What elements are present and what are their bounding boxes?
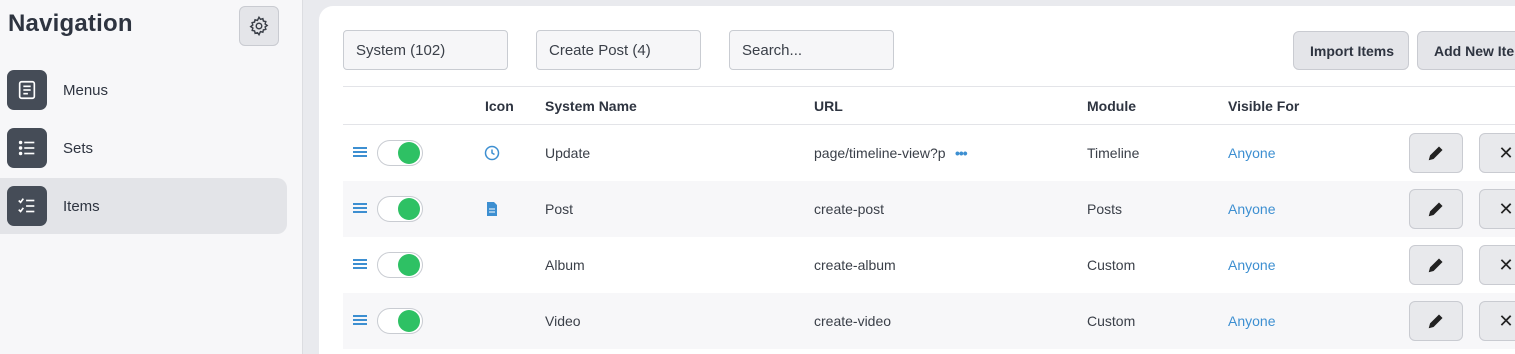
sidebar-item-sets[interactable]: Sets bbox=[0, 120, 287, 176]
table-row: Post create-post Posts Anyone ✕ bbox=[343, 181, 1515, 237]
header-url: URL bbox=[814, 98, 843, 114]
pencil-icon bbox=[1428, 202, 1443, 217]
system-name: Update bbox=[545, 145, 591, 161]
enable-toggle[interactable] bbox=[377, 308, 423, 334]
edit-button[interactable] bbox=[1409, 189, 1463, 229]
sidebar: Navigation Menus Sets Items bbox=[0, 0, 303, 354]
add-new-item-button[interactable]: Add New Item bbox=[1417, 31, 1515, 70]
module-value: Posts bbox=[1087, 201, 1123, 217]
visible-for-link[interactable]: Anyone bbox=[1228, 313, 1275, 329]
filter-system-label: System (102) bbox=[356, 41, 446, 59]
clock-icon bbox=[484, 145, 500, 161]
main-panel: System (102) Create Post (4) Import Item… bbox=[319, 6, 1515, 354]
sidebar-item-label: Items bbox=[63, 197, 100, 215]
drag-handle-icon[interactable] bbox=[353, 203, 367, 215]
sidebar-title: Navigation bbox=[8, 10, 133, 37]
search-box bbox=[729, 30, 894, 70]
delete-button[interactable]: ✕ bbox=[1479, 245, 1515, 285]
import-items-label: Import Items bbox=[1310, 42, 1395, 59]
filter-create-post[interactable]: Create Post (4) bbox=[536, 30, 701, 70]
visible-for-link[interactable]: Anyone bbox=[1228, 145, 1275, 161]
sidebar-item-menus[interactable]: Menus bbox=[0, 62, 287, 118]
module-value: Custom bbox=[1087, 257, 1136, 273]
table-row: Album create-album Custom Anyone ✕ bbox=[343, 237, 1515, 293]
system-name: Post bbox=[545, 201, 574, 217]
edit-button[interactable] bbox=[1409, 245, 1463, 285]
gear-icon bbox=[249, 15, 269, 37]
sidebar-item-label: Sets bbox=[63, 139, 94, 157]
drag-handle-icon[interactable] bbox=[353, 259, 367, 271]
pencil-icon bbox=[1428, 314, 1443, 329]
system-name: Album bbox=[545, 257, 585, 273]
sidebar-item-label: Menus bbox=[63, 81, 109, 99]
edit-button[interactable] bbox=[1409, 301, 1463, 341]
delete-button[interactable]: ✕ bbox=[1479, 189, 1515, 229]
header-module: Module bbox=[1087, 98, 1136, 114]
system-name: Video bbox=[545, 313, 581, 329]
more-icon[interactable]: ••• bbox=[955, 145, 968, 161]
header-system-name: System Name bbox=[545, 98, 637, 114]
pencil-icon bbox=[1428, 146, 1443, 161]
import-items-button[interactable]: Import Items bbox=[1293, 31, 1409, 70]
delete-button[interactable]: ✕ bbox=[1479, 133, 1515, 173]
close-icon: ✕ bbox=[1498, 254, 1514, 275]
url-value: create-video bbox=[814, 313, 892, 329]
visible-for-link[interactable]: Anyone bbox=[1228, 257, 1275, 273]
url-value: create-album bbox=[814, 257, 896, 273]
drag-handle-icon[interactable] bbox=[353, 147, 367, 159]
sidebar-item-items[interactable]: Items bbox=[0, 178, 287, 234]
module-value: Timeline bbox=[1087, 145, 1140, 161]
url-value: page/timeline-view?p bbox=[814, 145, 946, 161]
add-new-item-label: Add New Item bbox=[1434, 42, 1515, 59]
close-icon: ✕ bbox=[1498, 142, 1514, 163]
table-header: Icon System Name URL Module Visible For bbox=[343, 86, 1515, 125]
enable-toggle[interactable] bbox=[377, 252, 423, 278]
table-row: Update page/timeline-view?p ••• Timeline… bbox=[343, 125, 1515, 181]
filter-system[interactable]: System (102) bbox=[343, 30, 508, 70]
header-visible-for: Visible For bbox=[1228, 98, 1300, 114]
filter-create-post-label: Create Post (4) bbox=[549, 41, 651, 59]
visible-for-link[interactable]: Anyone bbox=[1228, 201, 1275, 217]
search-input[interactable] bbox=[742, 41, 893, 59]
close-icon: ✕ bbox=[1498, 310, 1514, 331]
pencil-icon bbox=[1428, 258, 1443, 273]
delete-button[interactable]: ✕ bbox=[1479, 301, 1515, 341]
file-icon bbox=[487, 202, 497, 216]
enable-toggle[interactable] bbox=[377, 196, 423, 222]
module-value: Custom bbox=[1087, 313, 1136, 329]
drag-handle-icon[interactable] bbox=[353, 315, 367, 327]
settings-button[interactable] bbox=[239, 6, 279, 46]
list-icon bbox=[7, 128, 47, 168]
items-table: Icon System Name URL Module Visible For … bbox=[343, 86, 1515, 349]
edit-button[interactable] bbox=[1409, 133, 1463, 173]
table-row: Video create-video Custom Anyone ✕ bbox=[343, 293, 1515, 349]
checklist-icon bbox=[7, 186, 47, 226]
document-icon bbox=[7, 70, 47, 110]
enable-toggle[interactable] bbox=[377, 140, 423, 166]
url-value: create-post bbox=[814, 201, 885, 217]
header-icon: Icon bbox=[485, 98, 514, 114]
close-icon: ✕ bbox=[1498, 198, 1514, 219]
